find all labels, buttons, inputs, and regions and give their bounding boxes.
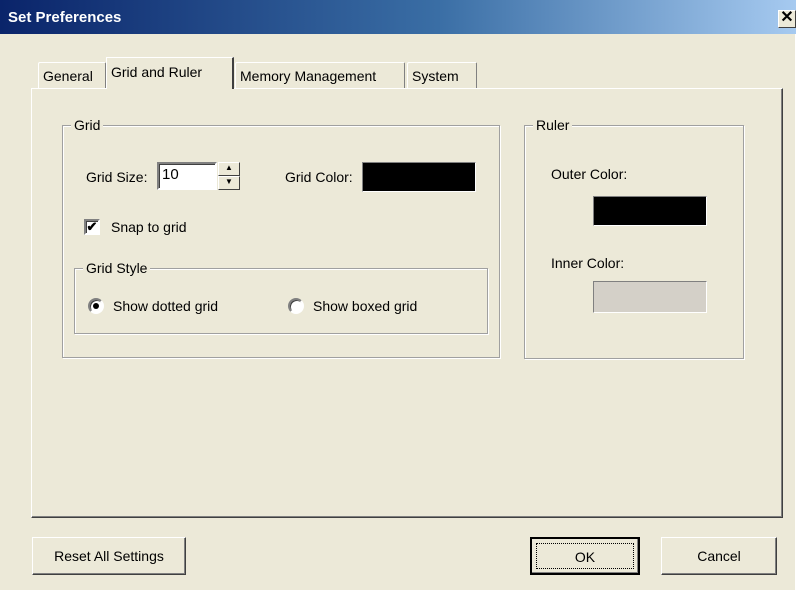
ok-button[interactable]: OK (530, 537, 640, 575)
tab-grid-and-ruler[interactable]: Grid and Ruler (106, 57, 234, 89)
ruler-legend: Ruler (533, 116, 573, 134)
tab-system-label: System (412, 68, 459, 84)
grid-size-input[interactable]: 10 (157, 162, 217, 190)
inner-color-swatch[interactable] (593, 281, 707, 313)
tab-general[interactable]: General (38, 62, 106, 88)
tab-memory-management[interactable]: Memory Management (235, 62, 405, 88)
preferences-dialog: Set Preferences ✕ General Grid and Ruler… (0, 0, 796, 590)
outer-color-label: Outer Color: (551, 166, 628, 182)
grid-legend: Grid (71, 116, 104, 134)
grid-color-label: Grid Color: (285, 169, 353, 185)
snap-to-grid-label[interactable]: Snap to grid (111, 218, 187, 236)
radio-selected-dot (93, 303, 99, 309)
tab-system[interactable]: System (407, 62, 477, 88)
outer-color-swatch[interactable] (593, 196, 707, 226)
dotted-grid-label[interactable]: Show dotted grid (113, 297, 218, 315)
check-icon: ✔ (86, 219, 98, 234)
reset-button-label: Reset All Settings (54, 548, 164, 564)
ok-button-label: OK (574, 549, 596, 565)
snap-to-grid-checkbox[interactable]: ✔ (84, 219, 100, 235)
inner-color-label: Inner Color: (551, 255, 625, 271)
radio-dotted-grid[interactable] (88, 298, 104, 314)
window-title: Set Preferences (8, 9, 122, 26)
tab-general-label: General (43, 68, 93, 84)
ruler-groupbox: Ruler (524, 116, 744, 359)
boxed-grid-label[interactable]: Show boxed grid (313, 297, 417, 315)
tab-memory-management-label: Memory Management (240, 68, 377, 84)
tab-grid-and-ruler-label: Grid and Ruler (111, 64, 203, 80)
cancel-button[interactable]: Cancel (661, 537, 777, 575)
radio-boxed-grid[interactable] (288, 298, 304, 314)
close-icon[interactable]: ✕ (778, 10, 796, 28)
title-bar[interactable]: Set Preferences ✕ (0, 0, 796, 34)
grid-style-legend: Grid Style (83, 259, 151, 277)
cancel-button-label: Cancel (697, 548, 741, 564)
reset-all-settings-button[interactable]: Reset All Settings (32, 537, 186, 575)
grid-color-swatch[interactable] (362, 162, 476, 192)
spin-up-icon[interactable]: ▲ (218, 162, 240, 176)
spin-down-icon[interactable]: ▼ (218, 176, 240, 190)
grid-size-value: 10 (162, 166, 179, 183)
grid-size-label: Grid Size: (86, 169, 148, 185)
